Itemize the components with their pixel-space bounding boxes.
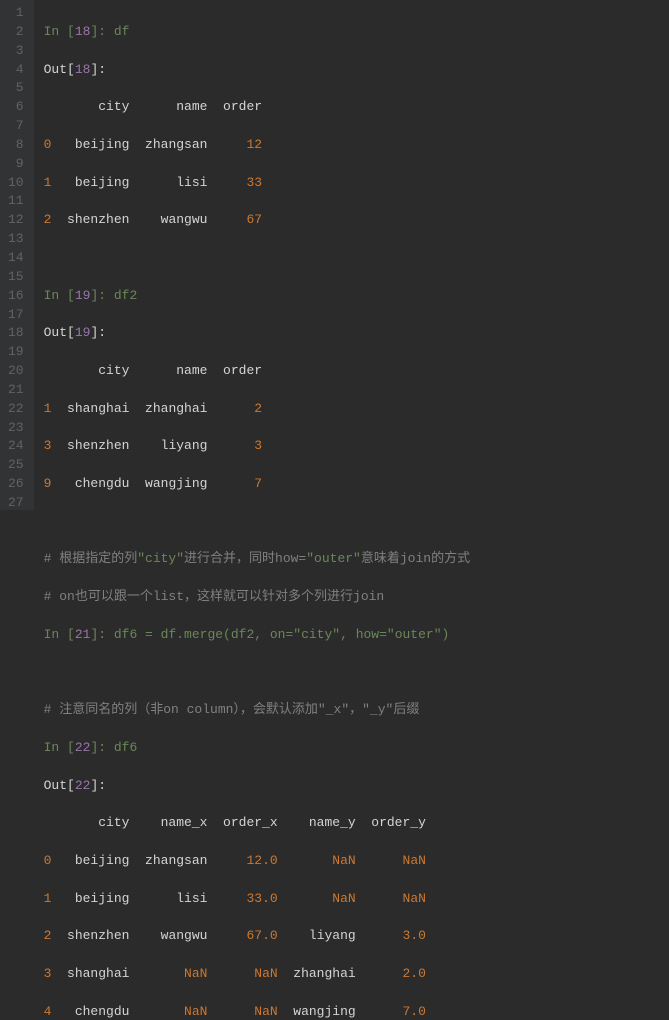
- table-row: 1 beijing lisi 33: [44, 174, 669, 193]
- line-number: 10: [6, 174, 26, 193]
- line-number: 18: [6, 324, 26, 343]
- line-number: 17: [6, 306, 26, 325]
- line-number: 6: [6, 98, 26, 117]
- prompt-text: ]:: [90, 62, 106, 77]
- line-number: 8: [6, 136, 26, 155]
- line-number-gutter: 1234567891011121314151617181920212223242…: [0, 0, 34, 510]
- table-row: 1 beijing lisi 33.0 NaN NaN: [44, 890, 669, 909]
- table-row: 3 shenzhen liyang 3: [44, 437, 669, 456]
- line-number: 1: [6, 4, 26, 23]
- code-line: In [19]: df2: [44, 287, 669, 306]
- line-number: 14: [6, 249, 26, 268]
- table-row: 2 shenzhen wangwu 67.0 liyang 3.0: [44, 927, 669, 946]
- comment-line: # 根据指定的列"city"进行合并，同时how="outer"意味着join的…: [44, 550, 669, 569]
- line-number: 15: [6, 268, 26, 287]
- table-header: city name order: [44, 98, 669, 117]
- line-number: 25: [6, 456, 26, 475]
- code-line: Out[22]:: [44, 777, 669, 796]
- table-row: 0 beijing zhangsan 12.0 NaN NaN: [44, 852, 669, 871]
- line-number: 11: [6, 192, 26, 211]
- blank-line: [44, 249, 669, 268]
- line-number: 9: [6, 155, 26, 174]
- line-number: 22: [6, 400, 26, 419]
- blank-line: [44, 513, 669, 532]
- table-header: city name order: [44, 362, 669, 381]
- code-line: Out[18]:: [44, 61, 669, 80]
- table-row: 3 shanghai NaN NaN zhanghai 2.0: [44, 965, 669, 984]
- code-line: In [21]: df6 = df.merge(df2, on="city", …: [44, 626, 669, 645]
- code-editor-content[interactable]: In [18]: df Out[18]: city name order 0 b…: [34, 0, 669, 510]
- blank-line: [44, 664, 669, 683]
- comment-line: # 注意同名的列（非on column），会默认添加"_x"，"_y"后缀: [44, 701, 669, 720]
- table-row: 2 shenzhen wangwu 67: [44, 211, 669, 230]
- line-number: 13: [6, 230, 26, 249]
- line-number: 5: [6, 79, 26, 98]
- line-number: 2: [6, 23, 26, 42]
- code-line: In [22]: df6: [44, 739, 669, 758]
- prompt-number: 18: [75, 24, 91, 39]
- code-line: In [18]: df: [44, 23, 669, 42]
- prompt-out: Out[: [44, 62, 75, 77]
- table-header: city name_x order_x name_y order_y: [44, 814, 669, 833]
- code-line: Out[19]:: [44, 324, 669, 343]
- line-number: 4: [6, 61, 26, 80]
- table-row: 9 chengdu wangjing 7: [44, 475, 669, 494]
- table-row: 0 beijing zhangsan 12: [44, 136, 669, 155]
- prompt-text: ]: df: [90, 24, 129, 39]
- line-number: 21: [6, 381, 26, 400]
- line-number: 20: [6, 362, 26, 381]
- prompt-number: 18: [75, 62, 91, 77]
- line-number: 26: [6, 475, 26, 494]
- line-number: 23: [6, 419, 26, 438]
- line-number: 24: [6, 437, 26, 456]
- line-number: 12: [6, 211, 26, 230]
- line-number: 16: [6, 287, 26, 306]
- line-number: 7: [6, 117, 26, 136]
- line-number: 19: [6, 343, 26, 362]
- table-row: 1 shanghai zhanghai 2: [44, 400, 669, 419]
- line-number: 3: [6, 42, 26, 61]
- comment-line: # on也可以跟一个list，这样就可以针对多个列进行join: [44, 588, 669, 607]
- prompt-in: In [: [44, 24, 75, 39]
- table-row: 4 chengdu NaN NaN wangjing 7.0: [44, 1003, 669, 1020]
